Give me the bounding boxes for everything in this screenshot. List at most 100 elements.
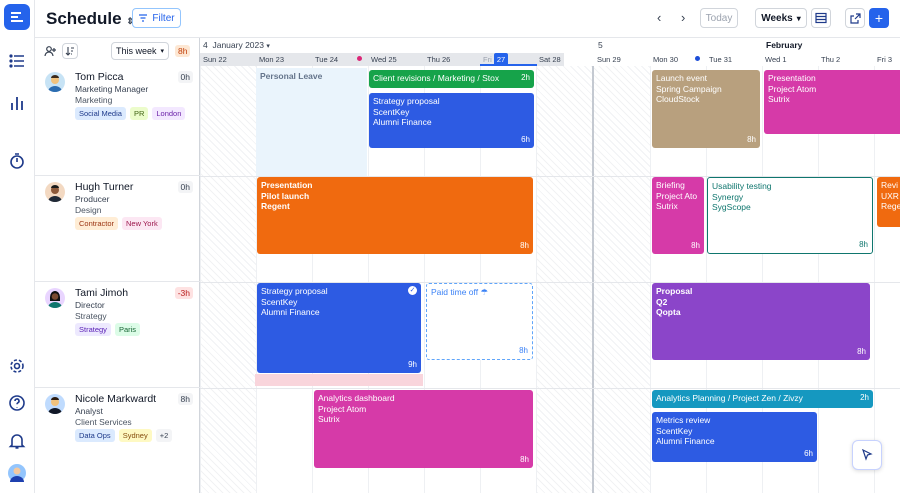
help-icon[interactable] [8, 394, 26, 412]
settings-gear-icon[interactable] [8, 357, 26, 375]
layout-icon [815, 12, 827, 24]
event-hours: 9h [408, 359, 417, 369]
page-title[interactable]: Schedule ⇕ [46, 9, 134, 29]
view-select[interactable]: Weeks ▾ [755, 8, 807, 28]
event-project: Project Atom [318, 403, 367, 414]
event-title: Launch event [656, 73, 708, 83]
filter-button[interactable]: Filter [132, 8, 181, 28]
day-header: Fri 3 [877, 55, 892, 64]
people-toolbar: This week ▾ 8h [35, 38, 200, 66]
tag: Paris [114, 323, 141, 336]
chevron-down-icon: ▾ [266, 43, 270, 50]
range-hours-badge: 8h [175, 45, 191, 57]
month-label: February [766, 40, 803, 50]
person-name: Hugh Turner [75, 181, 134, 193]
event-project: Spring Campaign [656, 83, 722, 94]
leave-block[interactable]: Personal Leave [256, 68, 367, 176]
day-header: Sun 29 [597, 55, 621, 64]
event-card[interactable]: Launch event Spring Campaign CloudStock 8h [652, 70, 760, 148]
avatar [45, 288, 65, 308]
event-title: Proposal [656, 286, 693, 296]
tag: Data Ops [75, 429, 115, 442]
event-card[interactable]: Client revisions / Marketing / Stox 2h [369, 70, 534, 88]
event-title: Usability testing [712, 181, 772, 191]
add-person-icon[interactable] [44, 45, 57, 63]
prev-chevron-icon[interactable]: ‹ [657, 10, 661, 25]
cursor-arrow-icon [862, 449, 873, 461]
event-title: Client revisions / Marketing / Stox [373, 73, 500, 83]
event-title: Strategy proposal [373, 96, 440, 106]
event-card[interactable]: Strategy proposal ScentKey Alumni Finance 6… [369, 93, 534, 148]
event-card[interactable]: Revi UXR Rege [877, 177, 900, 227]
person-dept: Design [75, 205, 102, 215]
plus-icon: + [874, 10, 884, 26]
top-header: Schedule ⇕ Filter ‹ › Today Weeks ▾ + [35, 0, 900, 38]
event-project: ScentKey [261, 296, 298, 307]
person-row[interactable]: Tom Picca Marketing Manager Marketing 0h… [35, 66, 200, 176]
filter-label: Filter [152, 12, 175, 24]
time-off-block[interactable]: Paid time off ☂ 8h [426, 283, 533, 360]
range-select[interactable]: This week ▾ [111, 42, 169, 60]
person-role: Producer [75, 194, 110, 204]
tag: Social Media [75, 107, 126, 120]
notification-bell-icon[interactable] [8, 432, 26, 450]
filter-icon [139, 14, 148, 22]
person-name: Nicole Markwardt [75, 393, 157, 405]
event-title: Analytics Planning / Project Zen / Zivzy [656, 393, 803, 403]
stopwatch-icon[interactable] [8, 152, 26, 170]
avatar [45, 72, 65, 92]
tag: London [152, 107, 186, 120]
event-hours: 8h [859, 239, 868, 249]
event-title: Personal Leave [260, 71, 323, 81]
chevron-down-icon: ▾ [796, 13, 801, 23]
person-hours-badge: 0h [177, 181, 193, 193]
tag: Contractor [75, 217, 119, 230]
event-hours: 8h [857, 346, 866, 356]
person-row[interactable]: Tami Jimoh Director Strategy -3h Strateg… [35, 282, 200, 388]
event-card[interactable]: Presentation Pilot launch Regent 8h [257, 177, 533, 254]
event-title: Paid time off [431, 287, 479, 297]
list-icon[interactable] [8, 52, 26, 70]
sort-button[interactable] [62, 43, 78, 59]
day-header: Sun 22 [203, 55, 227, 64]
day-column [200, 66, 256, 493]
pointer-mode-button[interactable] [852, 440, 882, 470]
event-card[interactable]: Strategy proposal ScentKey Alumni Finance ✓… [257, 283, 421, 373]
event-card[interactable]: Briefing Project Ato Sutrix 8h [652, 177, 704, 254]
event-card[interactable]: Analytics dashboard Project Atom Sutrix 8h [314, 390, 533, 468]
day-column [536, 66, 592, 493]
layout-toggle-button[interactable] [811, 8, 831, 28]
user-avatar[interactable] [8, 464, 26, 482]
event-card[interactable]: Usability testing Synergy SygScope 8h [707, 177, 873, 254]
event-card[interactable]: Analytics Planning / Project Zen / Zivzy… [652, 390, 873, 408]
person-tags: Contractor New York [75, 217, 162, 230]
app-logo-icon[interactable] [4, 4, 30, 30]
person-dept: Strategy [75, 311, 107, 321]
event-title: Revi [881, 180, 899, 190]
event-client: SygScope [712, 202, 751, 212]
tag: +2 [155, 429, 173, 442]
event-card[interactable]: Presentation Project Atom Sutrix [764, 70, 900, 134]
person-row[interactable]: Hugh Turner Producer Design 0h Contracto… [35, 176, 200, 282]
event-card[interactable]: Metrics review ScentKey Alumni Finance 6h [652, 412, 817, 462]
next-chevron-icon[interactable]: › [681, 10, 685, 25]
event-client: Rege [881, 201, 900, 211]
avatar [45, 182, 65, 202]
tag: New York [122, 217, 162, 230]
event-client: Sutrix [768, 94, 790, 104]
export-button[interactable] [845, 8, 865, 28]
event-client: Alumni Finance [261, 307, 320, 317]
event-project: ScentKey [656, 425, 693, 436]
today-button[interactable]: Today [700, 8, 738, 28]
event-title: Strategy proposal [261, 286, 328, 296]
external-link-icon [849, 12, 861, 24]
bar-chart-icon[interactable] [8, 94, 26, 112]
event-project: ScentKey [373, 106, 410, 117]
person-row[interactable]: Nicole Markwardt Analyst Client Services… [35, 388, 200, 493]
check-icon: ✓ [408, 286, 417, 295]
event-client: Sutrix [318, 414, 340, 424]
event-card[interactable]: Proposal Q2 Qopta 8h [652, 283, 870, 360]
add-button[interactable]: + [869, 8, 889, 28]
day-header: Sat 28 [539, 55, 561, 64]
week-number: 4 [203, 40, 208, 50]
